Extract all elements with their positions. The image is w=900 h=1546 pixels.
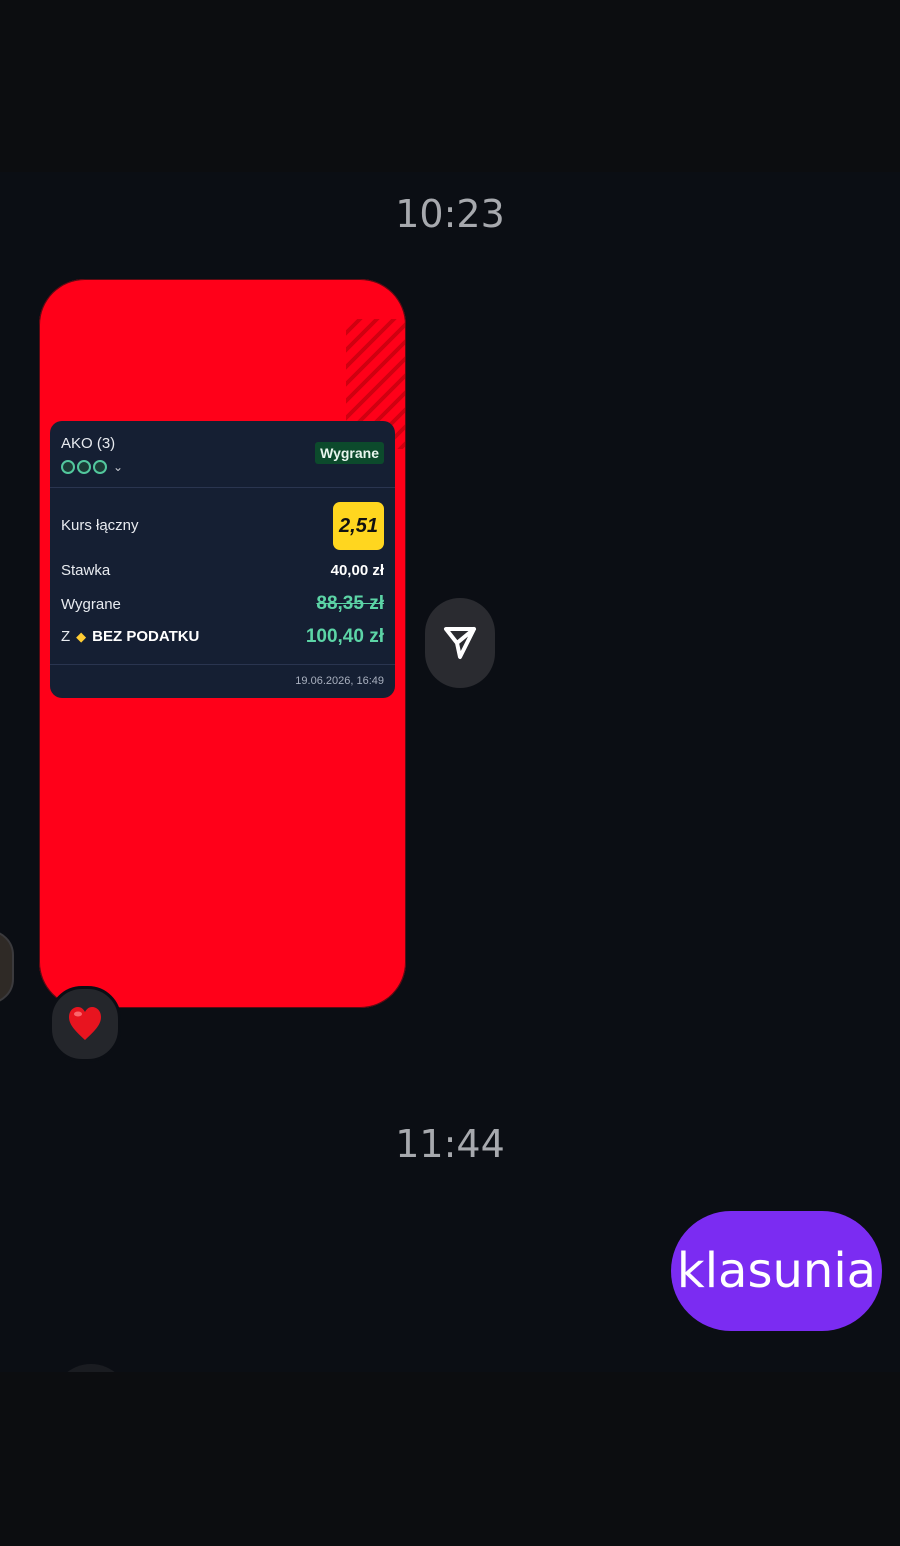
forward-button[interactable] [425,598,495,688]
divider [50,487,395,488]
tax-free-label: Z ◆ BEZ PODATKU [61,628,199,645]
winnings-tax-free: 100,40 zł [305,626,384,647]
red-heart-icon [69,1007,101,1040]
bet-date: 19.06.2026, 16:49 [295,675,384,687]
total-odds-badge: 2,51 [333,502,384,550]
tax-free-text: BEZ PODATKU [92,628,200,645]
sent-message-bubble[interactable]: klasunia [671,1211,882,1331]
total-odds-label: Kurs łączny [61,517,139,534]
stake-label: Stawka [61,562,111,579]
reaction-bubble[interactable] [49,986,121,1062]
pin-icon: ◆ [76,628,87,644]
bet-legs-indicator: ⌄ [61,460,123,474]
won-leg-icon [93,460,107,474]
won-leg-icon [77,460,91,474]
sender-avatar[interactable] [0,930,14,1004]
divider [50,664,395,665]
send-forward-icon [444,627,476,659]
chat-area: 10:23 AKO (3) ⌄ Wygrane Kurs łączny 2,51… [0,172,900,1372]
bet-type-label: AKO (3) [61,435,116,452]
message-timestamp: 11:44 [395,1122,505,1166]
tax-free-prefix: Z [61,628,71,645]
won-leg-icon [61,460,75,474]
chevron-down-icon: ⌄ [113,460,124,474]
stake-value: 40,00 zł [330,562,384,579]
status-badge: Wygrane [315,442,384,464]
partial-bubble [52,1364,130,1372]
image-message[interactable]: AKO (3) ⌄ Wygrane Kurs łączny 2,51 Stawk… [39,279,406,1008]
message-timestamp: 10:23 [395,192,505,236]
winnings-before-tax: 88,35 zł [316,593,384,614]
bet-slip-card: AKO (3) ⌄ Wygrane Kurs łączny 2,51 Stawk… [50,421,395,698]
winnings-label: Wygrane [61,596,121,613]
